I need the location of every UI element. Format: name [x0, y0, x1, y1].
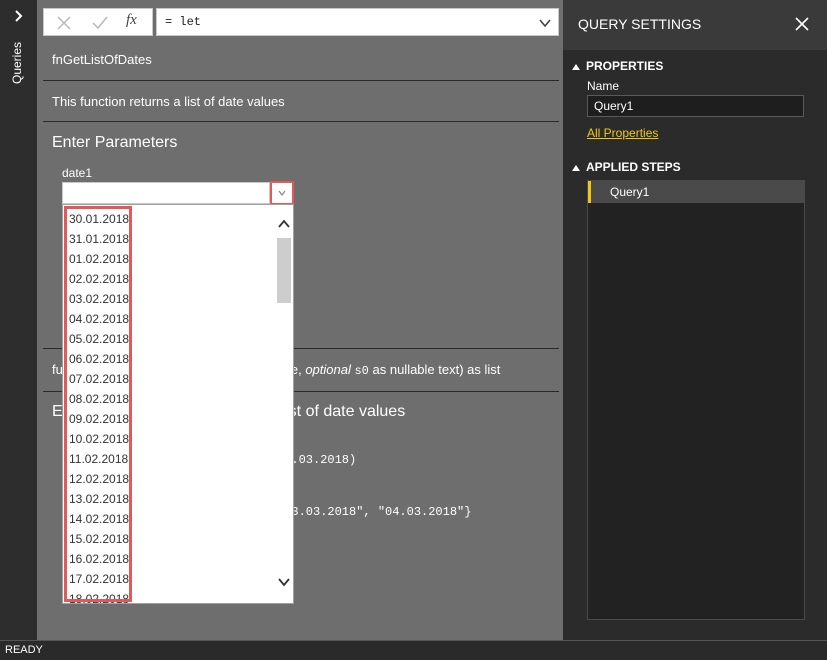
applied-steps-list: Query1 — [587, 180, 805, 620]
x-icon[interactable] — [54, 13, 74, 33]
formula-buttons: fx — [43, 8, 153, 36]
function-description: This function returns a list of date val… — [52, 94, 285, 109]
chevron-down-icon — [278, 190, 286, 196]
chevron-right-icon[interactable] — [11, 8, 27, 24]
query-name-field[interactable]: Query1 — [587, 95, 804, 117]
applied-step-query1[interactable]: Query1 — [588, 181, 804, 203]
close-icon[interactable] — [795, 17, 809, 31]
date1-input[interactable] — [62, 182, 270, 204]
params-title: Enter Parameters — [52, 134, 178, 151]
date1-dropdown-button[interactable] — [270, 181, 294, 205]
highlight-box — [64, 206, 132, 602]
collapse-triangle-icon[interactable] — [572, 164, 580, 171]
example-code-2: "03.03.2018", "04.03.2018"} — [277, 505, 472, 519]
settings-header: QUERY SETTINGS — [563, 0, 827, 50]
chevron-down-icon[interactable] — [278, 577, 290, 587]
formula-bar: fx = let — [43, 8, 559, 36]
scrollbar-thumb[interactable] — [277, 238, 291, 303]
settings-title: QUERY SETTINGS — [578, 16, 702, 32]
fx-icon[interactable]: fx — [126, 12, 146, 32]
queries-label[interactable]: Queries — [10, 42, 24, 84]
chevron-down-icon[interactable] — [538, 16, 552, 30]
check-icon[interactable] — [90, 13, 110, 33]
status-bar: READY — [0, 640, 827, 660]
function-name: fnGetListOfDates — [52, 52, 152, 67]
divider — [43, 121, 559, 122]
formula-text: = let — [165, 15, 202, 29]
param-label-date1: date1 — [62, 166, 93, 180]
divider — [43, 80, 559, 81]
applied-steps-section[interactable]: APPLIED STEPS — [572, 160, 681, 174]
query-settings-pane: QUERY SETTINGS PROPERTIES Name Query1 Al… — [563, 0, 827, 640]
chevron-up-icon[interactable] — [278, 219, 290, 229]
name-label: Name — [587, 79, 620, 93]
collapse-triangle-icon[interactable] — [572, 63, 580, 70]
all-properties-link[interactable]: All Properties — [587, 126, 658, 140]
formula-input[interactable]: = let — [156, 8, 559, 36]
queries-pane[interactable]: Queries — [0, 0, 37, 640]
properties-section[interactable]: PROPERTIES — [572, 59, 663, 73]
date-dropdown-list[interactable]: 30.01.2018 31.01.2018 01.02.2018 02.02.2… — [62, 204, 294, 604]
status-text: READY — [5, 644, 43, 656]
scrollbar[interactable] — [276, 205, 293, 603]
